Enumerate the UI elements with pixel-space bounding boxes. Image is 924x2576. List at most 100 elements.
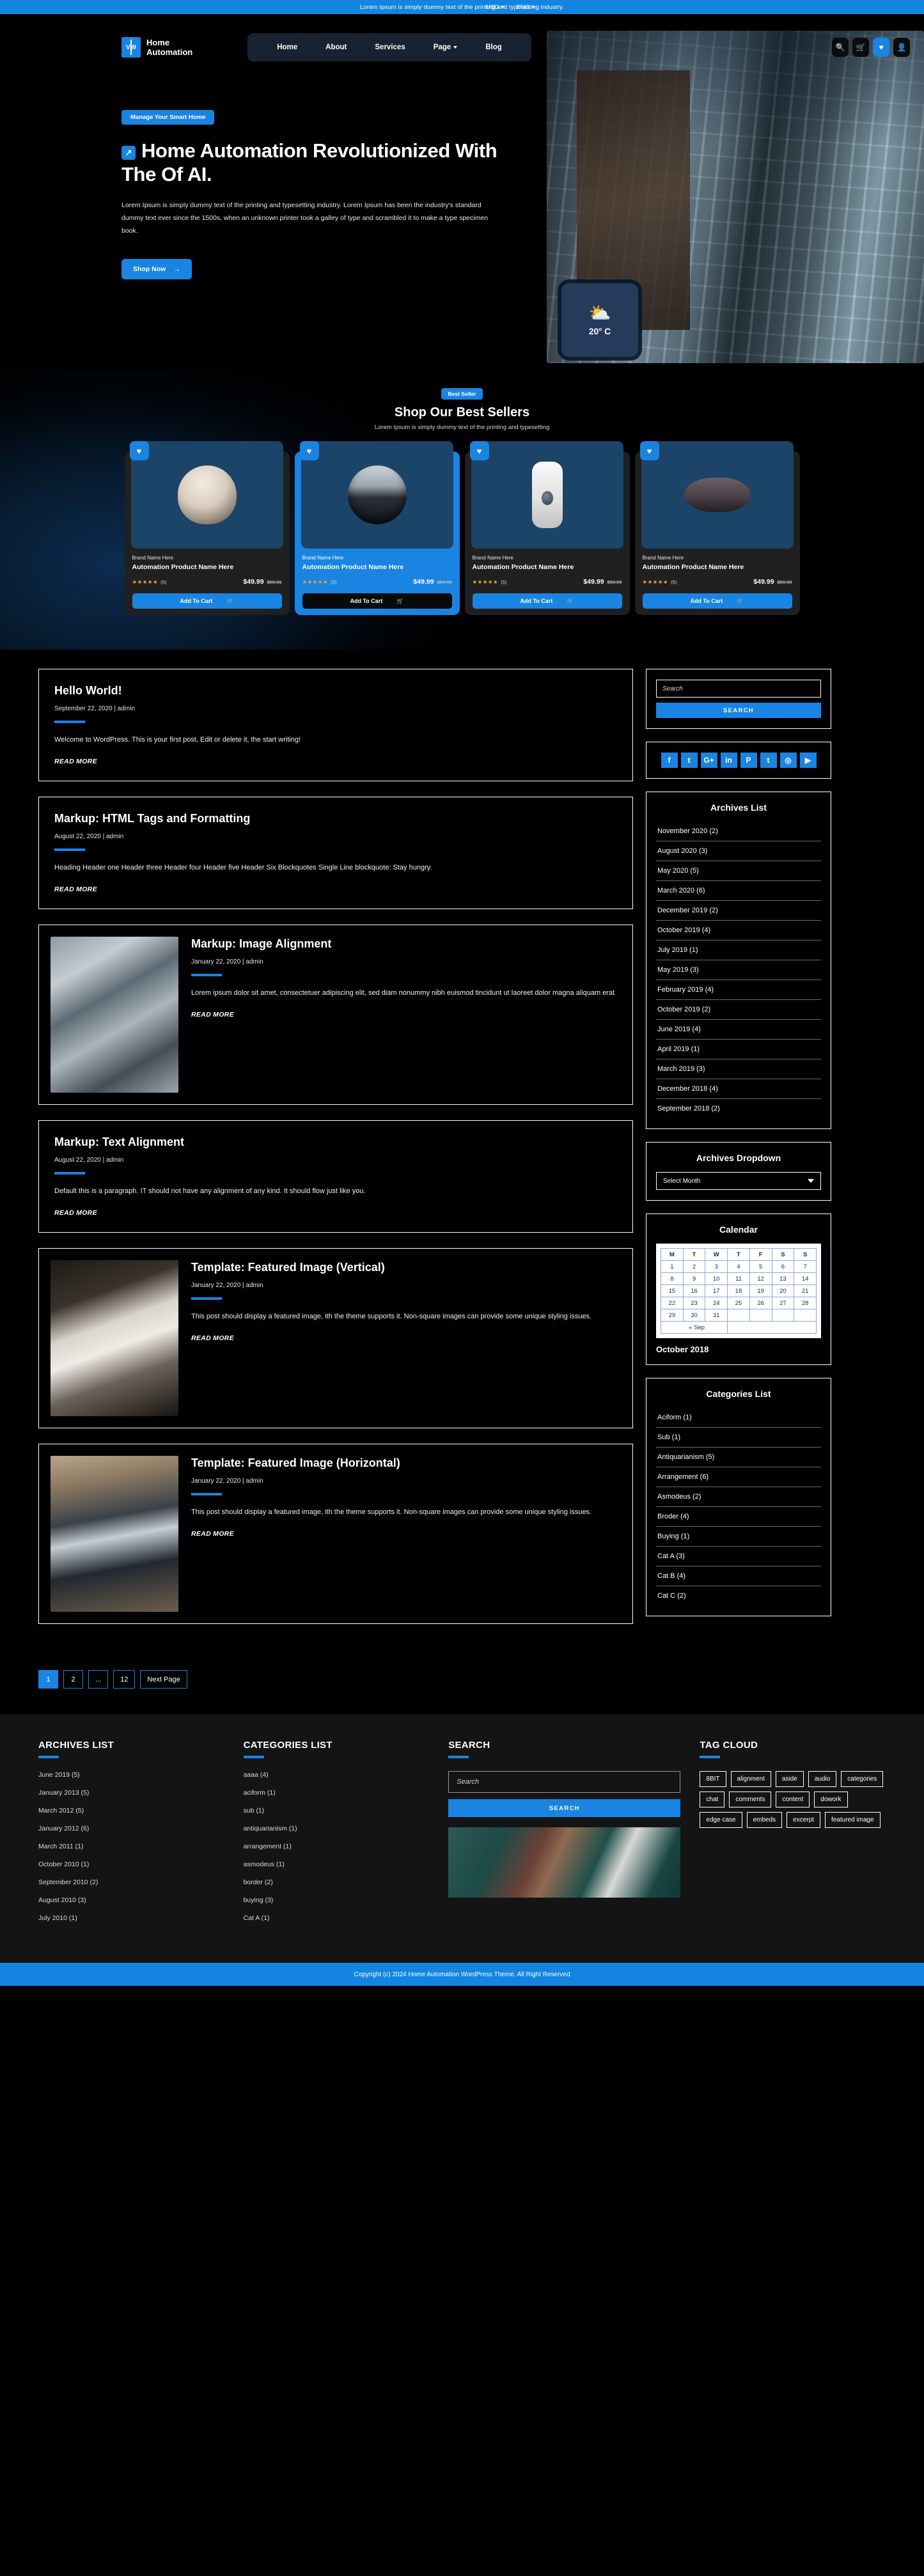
archives-list-item[interactable]: December 2018 (4) bbox=[656, 1079, 821, 1099]
tag-cloud-item[interactable]: 8BIT bbox=[700, 1771, 726, 1787]
product-card[interactable]: ♥ Brand Name Here Automation Product Name … bbox=[294, 441, 460, 615]
archives-list-item[interactable]: October 2019 (2) bbox=[656, 1000, 821, 1020]
add-to-cart-button[interactable]: Add To Cart 🛒 bbox=[472, 593, 622, 609]
cart-icon[interactable]: 🛒 bbox=[852, 38, 869, 57]
add-to-cart-button[interactable]: Add To Cart 🛒 bbox=[642, 593, 792, 609]
calendar-day-cell[interactable]: 5 bbox=[749, 1260, 772, 1273]
calendar-prev-link[interactable]: « Sep bbox=[660, 1321, 728, 1334]
archives-list-item[interactable]: November 2020 (2) bbox=[656, 822, 821, 841]
footer-category-link[interactable]: Cat A (1) bbox=[244, 1914, 430, 1922]
tag-cloud-item[interactable]: featured image bbox=[824, 1812, 881, 1828]
footer-search-input[interactable] bbox=[448, 1771, 681, 1793]
calendar-day-cell[interactable]: 18 bbox=[727, 1284, 750, 1297]
archives-list-item[interactable]: June 2019 (4) bbox=[656, 1020, 821, 1040]
calendar-day-cell[interactable]: 11 bbox=[727, 1272, 750, 1285]
calendar-day-cell[interactable]: 7 bbox=[794, 1260, 817, 1273]
post-title[interactable]: Markup: Image Alignment bbox=[191, 937, 621, 951]
calendar-day-cell[interactable]: 24 bbox=[705, 1297, 728, 1309]
calendar-day-cell[interactable]: 16 bbox=[682, 1284, 706, 1297]
footer-archive-link[interactable]: August 2010 (3) bbox=[38, 1896, 224, 1904]
search-icon[interactable]: 🔍 bbox=[832, 38, 849, 57]
tag-cloud-item[interactable]: chat bbox=[700, 1791, 725, 1807]
language-selector[interactable]: ENG bbox=[516, 4, 536, 11]
calendar-day-cell[interactable]: 17 bbox=[705, 1284, 728, 1297]
footer-category-link[interactable]: sub (1) bbox=[244, 1807, 430, 1815]
read-more-link[interactable]: READ MORE bbox=[54, 1209, 97, 1217]
footer-archive-link[interactable]: July 2010 (1) bbox=[38, 1914, 224, 1922]
pagination-page[interactable]: 2 bbox=[63, 1670, 83, 1689]
calendar-day-cell[interactable]: 27 bbox=[771, 1297, 795, 1309]
tag-cloud-item[interactable]: comments bbox=[729, 1791, 772, 1807]
calendar-day-cell[interactable]: 4 bbox=[727, 1260, 750, 1273]
wishlist-heart-icon[interactable]: ♥ bbox=[299, 441, 319, 460]
archives-list-item[interactable]: October 2019 (4) bbox=[656, 921, 821, 941]
calendar-day-cell[interactable]: 23 bbox=[682, 1297, 706, 1309]
nav-item-blog[interactable]: Blog bbox=[485, 43, 502, 51]
archives-list-item[interactable]: April 2019 (1) bbox=[656, 1040, 821, 1059]
social-icon[interactable]: t bbox=[760, 753, 777, 768]
read-more-link[interactable]: READ MORE bbox=[54, 886, 97, 893]
nav-item-services[interactable]: Services bbox=[375, 43, 405, 51]
read-more-link[interactable]: READ MORE bbox=[191, 1530, 234, 1538]
archives-list-item[interactable]: August 2020 (3) bbox=[656, 841, 821, 861]
calendar-day-cell[interactable]: 31 bbox=[705, 1309, 728, 1322]
account-icon[interactable]: 👤 bbox=[893, 38, 910, 57]
footer-archive-link[interactable]: June 2019 (5) bbox=[38, 1771, 224, 1779]
calendar-day-cell[interactable]: 1 bbox=[661, 1260, 684, 1273]
categories-list-item[interactable]: Aciform (1) bbox=[656, 1408, 821, 1428]
read-more-link[interactable]: READ MORE bbox=[191, 1011, 234, 1019]
nav-item-about[interactable]: About bbox=[325, 43, 347, 51]
tag-cloud-item[interactable]: aside bbox=[775, 1771, 804, 1787]
archives-list-item[interactable]: May 2019 (3) bbox=[656, 960, 821, 980]
sidebar-search-button[interactable]: SEARCH bbox=[656, 703, 821, 718]
post-title[interactable]: Markup: HTML Tags and Formatting bbox=[54, 811, 617, 826]
calendar-day-cell[interactable]: 8 bbox=[661, 1272, 684, 1285]
tag-cloud-item[interactable]: edge case bbox=[700, 1812, 742, 1828]
social-icon[interactable]: P bbox=[740, 753, 757, 768]
footer-category-link[interactable]: border (2) bbox=[244, 1878, 430, 1886]
currency-selector[interactable]: USD bbox=[486, 4, 505, 11]
categories-list-item[interactable]: Arrangement (6) bbox=[656, 1467, 821, 1487]
calendar-day-cell[interactable]: 29 bbox=[661, 1309, 684, 1322]
footer-category-link[interactable]: buying (3) bbox=[244, 1896, 430, 1904]
calendar-day-cell[interactable]: 21 bbox=[794, 1284, 817, 1297]
tag-cloud-item[interactable]: categories bbox=[841, 1771, 884, 1787]
calendar-day-cell[interactable]: 6 bbox=[771, 1260, 795, 1273]
archives-list-item[interactable]: March 2019 (3) bbox=[656, 1059, 821, 1079]
categories-list-item[interactable]: Cat C (2) bbox=[656, 1586, 821, 1605]
pagination-next-button[interactable]: Next Page bbox=[140, 1670, 187, 1689]
calendar-day-cell[interactable]: 10 bbox=[705, 1272, 728, 1285]
social-icon[interactable]: G+ bbox=[700, 753, 717, 768]
wishlist-heart-icon[interactable]: ♥ bbox=[639, 441, 659, 460]
add-to-cart-button[interactable]: Add To Cart 🛒 bbox=[132, 593, 282, 609]
footer-archive-link[interactable]: September 2010 (2) bbox=[38, 1878, 224, 1886]
categories-list-item[interactable]: Sub (1) bbox=[656, 1428, 821, 1448]
social-icon[interactable]: ▶ bbox=[799, 753, 817, 768]
archives-list-item[interactable]: February 2019 (4) bbox=[656, 980, 821, 1000]
footer-archive-link[interactable]: January 2012 (6) bbox=[38, 1825, 224, 1832]
calendar-day-cell[interactable]: 9 bbox=[682, 1272, 706, 1285]
footer-category-link[interactable]: arrangement (1) bbox=[244, 1843, 430, 1850]
nav-item-page[interactable]: Page bbox=[434, 43, 458, 51]
wishlist-heart-icon[interactable]: ♥ bbox=[469, 441, 489, 460]
categories-list-item[interactable]: Broder (4) bbox=[656, 1507, 821, 1527]
archives-list-item[interactable]: July 2019 (1) bbox=[656, 941, 821, 960]
footer-search-button[interactable]: SEARCH bbox=[448, 1799, 681, 1817]
brand-logo-group[interactable]: VW Home Automation bbox=[121, 37, 192, 58]
tag-cloud-item[interactable]: embeds bbox=[746, 1812, 783, 1828]
product-card[interactable]: ♥ Brand Name Here Automation Product Name … bbox=[634, 441, 800, 615]
footer-archive-link[interactable]: January 2013 (5) bbox=[38, 1789, 224, 1797]
post-title[interactable]: Markup: Text Alignment bbox=[54, 1135, 617, 1150]
calendar-day-cell[interactable]: 2 bbox=[682, 1260, 706, 1273]
wishlist-heart-icon[interactable]: ♥ bbox=[129, 441, 149, 460]
calendar-day-cell[interactable]: 13 bbox=[771, 1272, 795, 1285]
post-title[interactable]: Hello World! bbox=[54, 683, 617, 698]
pagination-page[interactable]: 1 bbox=[38, 1670, 58, 1689]
tag-cloud-item[interactable]: alignment bbox=[730, 1771, 771, 1787]
calendar-day-cell[interactable]: 26 bbox=[749, 1297, 772, 1309]
social-icon[interactable]: ◎ bbox=[779, 753, 797, 768]
read-more-link[interactable]: READ MORE bbox=[54, 758, 97, 765]
add-to-cart-button[interactable]: Add To Cart 🛒 bbox=[302, 593, 452, 609]
social-icon[interactable]: t bbox=[680, 753, 698, 768]
tag-cloud-item[interactable]: content bbox=[776, 1791, 810, 1807]
